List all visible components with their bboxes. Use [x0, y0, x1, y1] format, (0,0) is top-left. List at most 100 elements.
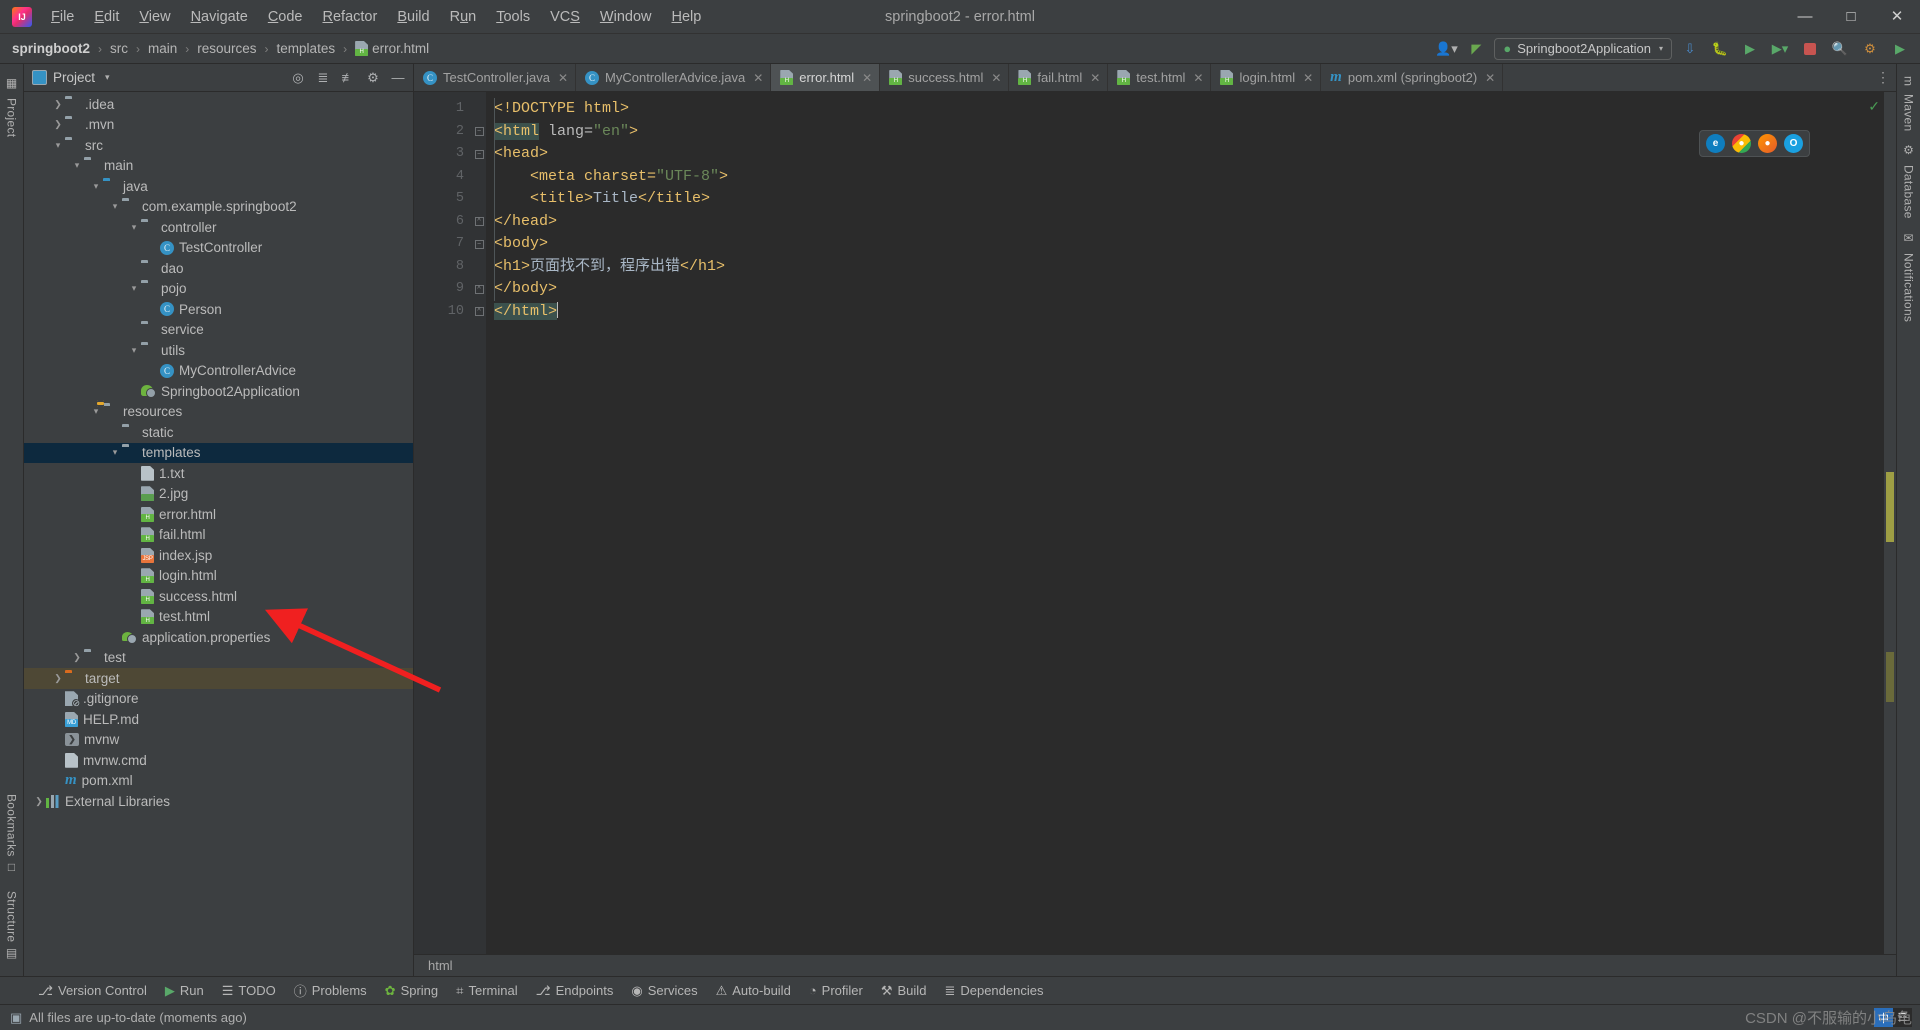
tool-window-button[interactable]: ⌗ Terminal — [448, 980, 525, 1002]
tree-node[interactable]: Hfail.html — [24, 525, 413, 546]
code-editor[interactable]: 1 2 3 4 5 6 7 8 9 10 − − ^ − ^ ^ <!DOCTYPE html> <html … — [414, 92, 1896, 954]
tree-node[interactable]: ▾ utils — [24, 340, 413, 361]
tree-node[interactable]: C TestController — [24, 238, 413, 259]
code-line[interactable]: <h1>页面找不到，程序出错</h1> — [486, 256, 1896, 279]
run-with-coverage-icon[interactable]: ▶▾ — [1768, 38, 1792, 60]
close-icon[interactable]: ✕ — [1193, 71, 1203, 85]
tree-node[interactable]: .gitignore — [24, 689, 413, 710]
rail-item-maven[interactable]: m Maven — [1902, 70, 1916, 137]
tree-node[interactable]: ▾ pojo — [24, 279, 413, 300]
menu-tools[interactable]: Tools — [487, 5, 539, 29]
code-fold-marker[interactable]: − — [472, 233, 486, 256]
collapse-all-icon[interactable]: ≢ — [337, 67, 359, 89]
chevron-down-icon[interactable]: ▾ — [51, 140, 65, 151]
close-button[interactable]: ✕ — [1874, 0, 1920, 33]
rail-item-database[interactable]: ⚙ Database — [1902, 137, 1916, 225]
breadcrumb-item-resources[interactable]: resources — [195, 40, 258, 57]
edge-browser-icon[interactable]: e — [1706, 134, 1725, 153]
chevron-right-icon[interactable]: ❯ — [51, 99, 65, 110]
chevron-down-icon[interactable]: ▾ — [89, 406, 103, 417]
tree-node[interactable]: mvnw.cmd — [24, 750, 413, 771]
tree-node[interactable]: Herror.html — [24, 504, 413, 525]
tool-window-button[interactable]: ◉ Services — [623, 980, 705, 1002]
close-icon[interactable]: ✕ — [862, 71, 872, 85]
tool-window-button[interactable]: ⎇ Version Control — [30, 980, 155, 1002]
tree-node[interactable]: ▾ com.example.springboot2 — [24, 197, 413, 218]
tree-node[interactable]: ▾ src — [24, 135, 413, 156]
tool-window-button[interactable]: ◔ Profiler — [801, 980, 871, 1001]
chevron-down-icon[interactable]: ▾ — [105, 72, 110, 83]
editor-tab[interactable]: C TestController.java ✕ — [414, 64, 577, 91]
tree-node[interactable]: m pom.xml — [24, 771, 413, 792]
editor-tab[interactable]: Hfail.html ✕ — [1009, 64, 1109, 91]
user-dropdown-icon[interactable]: 👤▾ — [1434, 38, 1458, 60]
code-line[interactable]: <title>Title</title> — [486, 188, 1896, 211]
menu-help[interactable]: Help — [662, 5, 710, 29]
code-line[interactable]: </body> — [486, 278, 1896, 301]
tool-window-button[interactable]: ✿ Spring — [377, 980, 446, 1002]
tree-node[interactable]: 2.jpg — [24, 484, 413, 505]
build-hammer-icon[interactable]: ◤ — [1464, 38, 1488, 60]
tree-node[interactable]: MD HELP.md — [24, 709, 413, 730]
debug-icon[interactable]: 🐛 — [1708, 38, 1732, 60]
chevron-down-icon[interactable]: ▾ — [127, 283, 141, 294]
tree-node[interactable]: Hsuccess.html — [24, 586, 413, 607]
tool-window-button[interactable]: ⎇ Endpoints — [528, 980, 622, 1002]
code-line[interactable]: <!DOCTYPE html> — [486, 98, 1896, 121]
update-project-icon[interactable]: ⇩ — [1678, 38, 1702, 60]
tree-node[interactable]: dao — [24, 258, 413, 279]
chevron-right-icon[interactable]: ❯ — [32, 796, 46, 807]
menu-window[interactable]: Window — [591, 5, 661, 29]
tree-node[interactable]: ▾ main — [24, 156, 413, 177]
menu-run[interactable]: Run — [441, 5, 486, 29]
error-stripe-marker[interactable] — [1886, 652, 1894, 702]
editor-breadcrumb[interactable]: html — [414, 954, 1896, 976]
editor-tab[interactable]: Herror.html ✕ — [771, 64, 881, 91]
firefox-browser-icon[interactable]: ● — [1758, 134, 1777, 153]
tool-window-button[interactable]: ⚠ Auto-build — [708, 980, 799, 1002]
tree-node[interactable]: ❯ test — [24, 648, 413, 669]
tree-node[interactable]: static — [24, 422, 413, 443]
code-content[interactable]: <!DOCTYPE html> <html lang="en"> <head> <m… — [486, 92, 1896, 954]
maximize-button[interactable]: □ — [1828, 0, 1874, 33]
breadcrumb-item-springboot2[interactable]: springboot2 — [10, 40, 92, 57]
editor-tab[interactable]: m pom.xml (springboot2) ✕ — [1321, 64, 1504, 91]
stop-icon[interactable] — [1798, 38, 1822, 60]
chevron-down-icon[interactable]: ▾ — [89, 181, 103, 192]
breadcrumb-item-templates[interactable]: templates — [275, 40, 338, 57]
tree-node[interactable]: ▾ resources — [24, 402, 413, 423]
editor-scrollbar[interactable] — [1884, 92, 1896, 954]
editor-tab[interactable]: Htest.html ✕ — [1108, 64, 1212, 91]
menu-build[interactable]: Build — [388, 5, 438, 29]
tab-overflow-button[interactable]: ⋮ — [1870, 64, 1896, 91]
hide-icon[interactable]: — — [387, 67, 409, 89]
menu-view[interactable]: View — [130, 5, 179, 29]
menu-file[interactable]: File — [42, 5, 83, 29]
tool-window-bar[interactable]: ⎇ Version Control ▶ Run ☰ TODO ⓘ Problems ✿ Sprin… — [0, 976, 1920, 1004]
browser-preview-toolbar[interactable]: e ● ● O — [1699, 130, 1810, 157]
tool-window-button[interactable]: ▶ Run — [157, 980, 212, 1002]
code-folding-gutter[interactable]: − − ^ − ^ ^ — [472, 92, 486, 954]
tool-window-button[interactable]: ☰ TODO — [214, 980, 284, 1002]
chevron-down-icon[interactable]: ▾ — [108, 201, 122, 212]
code-fold-marker[interactable]: − — [472, 121, 486, 144]
opera-browser-icon[interactable]: O — [1784, 134, 1803, 153]
menu-refactor[interactable]: Refactor — [314, 5, 387, 29]
rail-item-project[interactable]: ▦ Project — [5, 70, 19, 143]
breadcrumb-item-error-html[interactable]: H error.html — [353, 40, 431, 57]
tree-node[interactable]: JSP index.jsp — [24, 545, 413, 566]
search-everywhere-icon[interactable]: 🔍 — [1828, 38, 1852, 60]
code-line[interactable]: <head> — [486, 143, 1896, 166]
tree-node[interactable]: ❯ target — [24, 668, 413, 689]
plugin-icon[interactable]: ▶ — [1888, 38, 1912, 60]
chevron-down-icon[interactable]: ▾ — [127, 345, 141, 356]
tool-window-button[interactable]: ⚒ Build — [873, 980, 935, 1002]
chevron-right-icon[interactable]: ❯ — [70, 652, 84, 663]
tree-node[interactable]: ▾ java — [24, 176, 413, 197]
run-configuration-selector[interactable]: ● Springboot2Application ▾ — [1494, 37, 1672, 60]
close-icon[interactable]: ✕ — [1485, 71, 1495, 85]
settings-gear-icon[interactable]: ⚙ — [1858, 38, 1882, 60]
code-line[interactable]: <body> — [486, 233, 1896, 256]
code-line[interactable]: <meta charset="UTF-8"> — [486, 166, 1896, 189]
tool-window-button[interactable]: ≣ Dependencies — [936, 980, 1051, 1002]
